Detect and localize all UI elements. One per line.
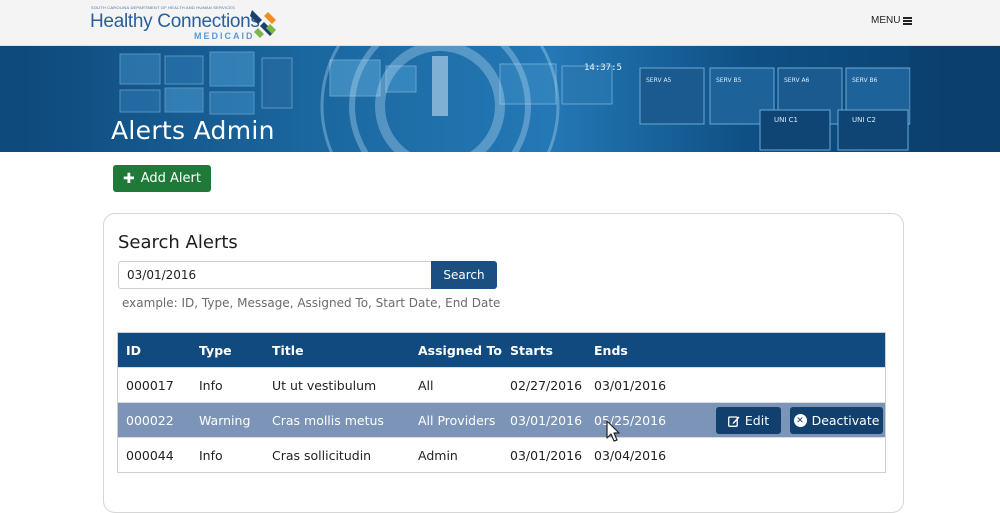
menu-button[interactable]: MENU: [871, 15, 913, 26]
cell-type: Info: [199, 377, 223, 393]
cell-type: Warning: [199, 412, 251, 428]
deactivate-label: Deactivate: [811, 413, 880, 428]
cell-assigned-to: All: [418, 377, 434, 393]
column-header-assigned-to[interactable]: Assigned To: [418, 333, 502, 367]
logo-x-mark-icon: [250, 10, 276, 38]
cell-id: 000022: [126, 412, 174, 428]
cell-title: Ut ut vestibulum: [272, 377, 377, 393]
search-input[interactable]: [118, 261, 432, 289]
menu-label: MENU: [871, 15, 901, 26]
edit-button[interactable]: Edit: [716, 407, 781, 434]
cell-assigned-to: All Providers: [418, 412, 496, 428]
healthy-connections-logo[interactable]: SOUTH CAROLINA DEPARTMENT OF HEALTH AND …: [90, 4, 290, 42]
add-alert-button[interactable]: ✚ Add Alert: [113, 165, 211, 192]
column-header-id[interactable]: ID: [126, 333, 141, 367]
table-row[interactable]: 000044 Info Cras sollicitudin Admin 03/0…: [118, 437, 885, 472]
cell-ends: 03/01/2016: [594, 377, 667, 393]
page-title: Alerts Admin: [111, 116, 275, 145]
screen-label-4: SERV B6: [852, 77, 878, 84]
logo-department-text: SOUTH CAROLINA DEPARTMENT OF HEALTH AND …: [91, 5, 236, 10]
column-header-starts[interactable]: Starts: [510, 333, 553, 367]
alerts-table: ID Type Title Assigned To Starts Ends 00…: [117, 332, 886, 473]
logo-sub-text: MEDICAID: [194, 31, 255, 41]
table-row[interactable]: 000017 Info Ut ut vestibulum All 02/27/2…: [118, 367, 885, 402]
screen-label-5: UNI C1: [774, 116, 798, 124]
table-header-row: ID Type Title Assigned To Starts Ends: [118, 333, 885, 367]
cell-assigned-to: Admin: [418, 447, 458, 463]
search-alerts-title: Search Alerts: [118, 232, 238, 253]
search-alerts-panel: Search Alerts Search example: ID, Type, …: [103, 213, 904, 513]
search-button[interactable]: Search: [431, 261, 497, 289]
cell-title: Cras sollicitudin: [272, 447, 372, 463]
cell-title: Cras mollis metus: [272, 412, 384, 428]
cell-id: 000017: [126, 377, 174, 393]
screen-label-6: UNI C2: [852, 116, 876, 124]
add-alert-label: Add Alert: [140, 171, 201, 186]
close-circle-icon: ✕: [793, 414, 807, 427]
column-header-type[interactable]: Type: [199, 333, 232, 367]
column-header-title[interactable]: Title: [272, 333, 304, 367]
screen-label-2: SERV B5: [716, 77, 742, 84]
logo-main-text: Healthy Connections: [90, 11, 260, 32]
cell-ends: 05/25/2016: [594, 412, 667, 428]
cell-starts: 02/27/2016: [510, 377, 583, 393]
top-header: SOUTH CAROLINA DEPARTMENT OF HEALTH AND …: [0, 0, 1000, 46]
screen-label-1: SERV A5: [646, 77, 672, 84]
hamburger-icon: [903, 16, 913, 25]
cell-id: 000044: [126, 447, 174, 463]
cell-starts: 03/01/2016: [510, 412, 583, 428]
cell-starts: 03/01/2016: [510, 447, 583, 463]
plus-icon: ✚: [123, 170, 135, 187]
screen-label-3: SERV A6: [784, 77, 810, 84]
deactivate-button[interactable]: ✕ Deactivate: [790, 407, 883, 434]
cell-ends: 03/04/2016: [594, 447, 667, 463]
search-hint: example: ID, Type, Message, Assigned To,…: [122, 296, 501, 310]
mouse-cursor-icon: [606, 420, 620, 442]
column-header-ends[interactable]: Ends: [594, 333, 628, 367]
page-banner: SERV A5 SERV B5 SERV A6 SERV B6 UNI C1 U…: [0, 46, 1000, 152]
cell-type: Info: [199, 447, 223, 463]
edit-icon: [727, 415, 740, 427]
table-row-selected[interactable]: 000022 Warning Cras mollis metus All Pro…: [118, 402, 885, 437]
banner-clock: 14:37:5: [584, 63, 622, 73]
edit-label: Edit: [744, 413, 770, 428]
